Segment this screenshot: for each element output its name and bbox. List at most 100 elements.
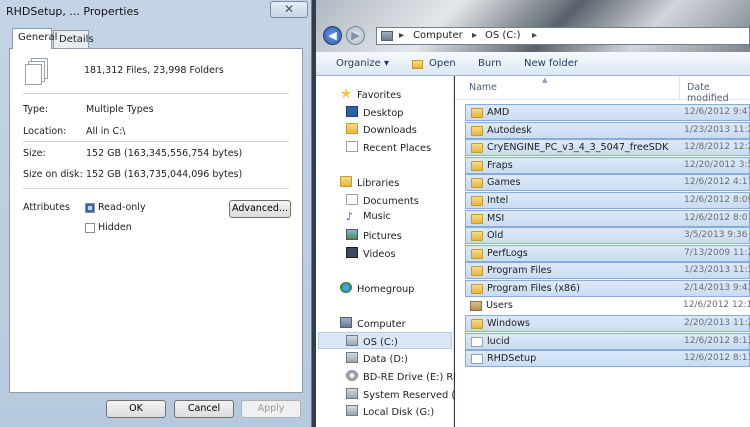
column-divider[interactable]	[679, 76, 680, 100]
hidden-checkbox[interactable]	[85, 223, 95, 233]
sidebar-item-local-disk-g[interactable]: Local Disk (G:)	[346, 405, 434, 418]
sidebar-item-homegroup[interactable]: Homegroup	[340, 282, 414, 295]
file-date-modified: 2/20/2013 11:2	[684, 318, 750, 329]
ok-button[interactable]: OK	[106, 400, 166, 418]
file-row[interactable]: RHDSetup 12/6/2012 8:13	[465, 350, 750, 368]
size-on-disk-value: 152 GB (163,735,044,096 bytes)	[86, 169, 243, 180]
sidebar-item-bd-re-drive[interactable]: BD-RE Drive (E:) RNV	[346, 370, 467, 383]
file-row[interactable]: PerfLogs 7/13/2009 11:2	[465, 244, 750, 262]
sidebar-item-videos[interactable]: Videos	[346, 247, 396, 260]
file-date-modified: 12/6/2012 8:09	[684, 195, 750, 205]
sidebar-item-recent-places[interactable]: Recent Places	[346, 141, 431, 154]
file-date-modified: 12/6/2012 8:13	[684, 353, 750, 364]
file-name: Autodesk	[487, 124, 532, 136]
file-date-modified: 12/6/2012 4:17	[684, 177, 750, 188]
file-date-modified: 7/13/2009 11:2	[684, 247, 750, 258]
file-row[interactable]: Intel 12/6/2012 8:09	[465, 192, 750, 209]
file-row[interactable]: Users 12/6/2012 12:1	[465, 298, 750, 315]
homegroup-icon	[340, 282, 352, 293]
readonly-checkbox[interactable]	[85, 203, 95, 213]
pictures-icon	[346, 229, 358, 240]
file-date-modified: 12/6/2012 9:47	[684, 107, 750, 117]
folder-icon	[471, 266, 483, 277]
folder-icon	[471, 160, 483, 171]
file-date-modified: 12/6/2012 8:07	[684, 212, 750, 223]
column-date-modified[interactable]: Date modified	[687, 82, 750, 104]
sidebar-item-system-reserved[interactable]: System Reserved (F:)	[346, 388, 467, 401]
column-name[interactable]: Name	[469, 82, 497, 93]
downloads-icon	[346, 123, 358, 134]
file-name: CryENGINE_PC_v3_4_3_5047_freeSDK	[487, 142, 669, 154]
tab-details[interactable]: Details	[53, 30, 94, 48]
file-name: Games	[487, 177, 521, 189]
sidebar-item-pictures[interactable]: Pictures	[346, 229, 402, 242]
apply-button[interactable]: Apply	[241, 400, 301, 418]
open-folder-icon	[412, 60, 423, 69]
dialog-title: RHDSetup, ... Properties	[6, 5, 139, 18]
drive-icon	[346, 335, 358, 346]
location-value: All in C:\	[86, 126, 126, 137]
explorer-window: ◀ ▶ ▸ Computer ▸ OS (C:) ▸ Organize ▾ Op…	[316, 0, 750, 427]
organize-menu[interactable]: Organize ▾	[336, 58, 389, 69]
sidebar-item-desktop[interactable]: Desktop	[346, 106, 403, 119]
sidebar-item-documents[interactable]: Documents	[346, 194, 419, 207]
file-icon	[471, 354, 483, 365]
sidebar-item-os-c[interactable]: OS (C:)	[346, 335, 398, 348]
file-row[interactable]: AMD 12/6/2012 9:47	[465, 104, 750, 121]
close-button[interactable]: ✕	[270, 1, 308, 18]
tab-general[interactable]: General	[12, 28, 57, 49]
libraries-header[interactable]: Libraries	[340, 176, 399, 189]
hidden-label[interactable]: Hidden	[98, 222, 132, 233]
videos-icon	[346, 247, 358, 258]
file-list: Name ▲ Date modified AMD 12/6/2012 9:47 Au…	[455, 76, 750, 427]
file-row[interactable]: Old 3/5/2013 9:36	[465, 227, 750, 245]
folder-icon	[471, 108, 483, 118]
divider	[23, 141, 289, 142]
drive-icon	[346, 388, 358, 399]
file-row[interactable]: CryENGINE_PC_v3_4_3_5047_freeSDK 12/8/201…	[465, 139, 750, 157]
computer-header[interactable]: Computer	[340, 317, 406, 330]
folder-icon	[471, 196, 483, 206]
file-row[interactable]: MSI 12/6/2012 8:07	[465, 209, 750, 227]
file-row[interactable]: Autodesk 1/23/2013 11:2	[465, 121, 750, 139]
back-button[interactable]: ◀	[323, 26, 342, 45]
file-name: lucid	[487, 335, 510, 347]
file-row[interactable]: Windows 2/20/2013 11:2	[465, 315, 750, 333]
breadcrumb-drive[interactable]: OS (C:)	[485, 28, 521, 44]
advanced-button[interactable]: Advanced...	[229, 200, 291, 218]
general-panel: 181,312 Files, 23,998 Folders Type: Mult…	[9, 48, 303, 393]
properties-dialog: RHDSetup, ... Properties ✕ General Detai…	[0, 0, 312, 427]
cancel-button[interactable]: Cancel	[174, 400, 234, 418]
sort-ascending-icon: ▲	[542, 76, 548, 84]
disc-drive-icon	[346, 370, 358, 381]
folder-icon	[471, 231, 483, 242]
drive-icon	[346, 405, 358, 416]
window-chrome: ◀ ▶ ▸ Computer ▸ OS (C:) ▸	[316, 0, 750, 52]
users-folder-icon	[470, 300, 482, 311]
file-name: Users	[486, 299, 513, 311]
new-folder-button[interactable]: New folder	[524, 58, 578, 69]
breadcrumb-computer[interactable]: Computer	[413, 28, 463, 44]
file-row[interactable]: Program Files (x86) 2/14/2013 9:43	[465, 280, 750, 297]
file-row[interactable]: Fraps 12/20/2012 3:5	[465, 156, 750, 174]
burn-button[interactable]: Burn	[478, 58, 501, 69]
sidebar-item-music[interactable]: ♪ Music	[346, 211, 391, 223]
file-name: Windows	[487, 318, 530, 330]
readonly-label[interactable]: Read-only	[98, 202, 146, 213]
favorites-header[interactable]: Favorites	[340, 88, 401, 101]
file-name: MSI	[487, 212, 505, 224]
file-row[interactable]: Program Files 1/23/2013 11:3	[465, 262, 750, 280]
navigation-pane: Favorites Desktop Downloads Recent Place…	[316, 76, 467, 427]
address-bar[interactable]: ▸ Computer ▸ OS (C:) ▸	[376, 27, 750, 45]
file-row[interactable]: lucid 12/6/2012 8:13	[465, 332, 750, 350]
size-label: Size:	[23, 148, 46, 159]
libraries-icon	[340, 176, 352, 187]
file-date-modified: 12/8/2012 12:2	[684, 142, 750, 153]
file-name: Program Files	[487, 265, 552, 277]
file-row[interactable]: Games 12/6/2012 4:17	[465, 174, 750, 192]
forward-button[interactable]: ▶	[346, 26, 365, 45]
sidebar-item-data-d[interactable]: Data (D:)	[346, 352, 408, 365]
folder-icon	[471, 319, 483, 330]
open-button[interactable]: Open	[429, 58, 456, 69]
sidebar-item-downloads[interactable]: Downloads	[346, 123, 417, 136]
